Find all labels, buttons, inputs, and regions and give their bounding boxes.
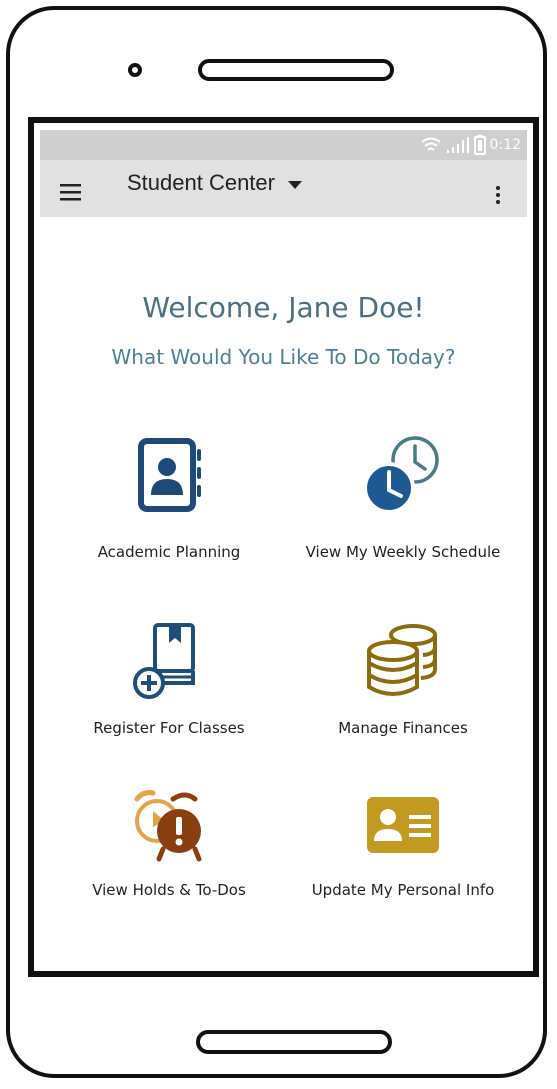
tile-label-personal-info: Update My Personal Info [311,881,495,899]
tile-weekly-schedule[interactable]: View My Weekly Schedule [283,433,523,561]
tile-label-weekly-schedule: View My Weekly Schedule [305,543,501,561]
app-title: Student Center [127,170,275,195]
tile-personal-info[interactable]: Update My Personal Info [283,787,523,899]
tile-label-manage-finances: Manage Finances [338,719,468,737]
app-title-dropdown[interactable]: Student Center [127,170,303,196]
tile-holds-todos[interactable]: View Holds & To-Dos [49,787,289,899]
clocks-icon [363,436,439,514]
id-card-icon [367,797,439,853]
wifi-icon [420,137,441,151]
status-time: 0:12 [489,137,521,153]
app-bar: Student Center [40,160,527,217]
tile-label-academic-planning: Academic Planning [97,543,241,561]
tile-register-classes[interactable]: Register For Classes [49,621,289,737]
status-bar: 0:12 [40,130,527,160]
more-options-button[interactable] [491,184,505,208]
speaker-grille [198,59,394,81]
alarm-alert-icon [134,790,202,862]
signal-icon [446,137,469,153]
hamburger-menu-icon [60,184,81,201]
tile-label-register-classes: Register For Classes [93,719,245,737]
tile-academic-planning[interactable]: Academic Planning [49,433,289,561]
battery-icon [473,135,486,155]
status-icons: 0:12 [420,135,521,155]
book-add-icon [133,623,195,699]
camera-icon [128,63,142,77]
more-vertical-icon [496,186,500,204]
tile-label-holds-todos: View Holds & To-Dos [92,881,246,899]
welcome-heading: Welcome, Jane Doe! [142,291,425,324]
menu-button[interactable] [59,183,83,201]
address-book-icon [138,438,201,512]
dropdown-arrow-icon [287,181,302,189]
phone-screen: 0:12 Student Center Welcome, Jane Doe! W… [28,117,539,977]
coin-stack-icon [367,624,437,696]
home-button[interactable] [196,1030,392,1054]
tile-manage-finances[interactable]: Manage Finances [283,621,523,737]
welcome-prompt: What Would You Like To Do Today? [111,345,456,369]
